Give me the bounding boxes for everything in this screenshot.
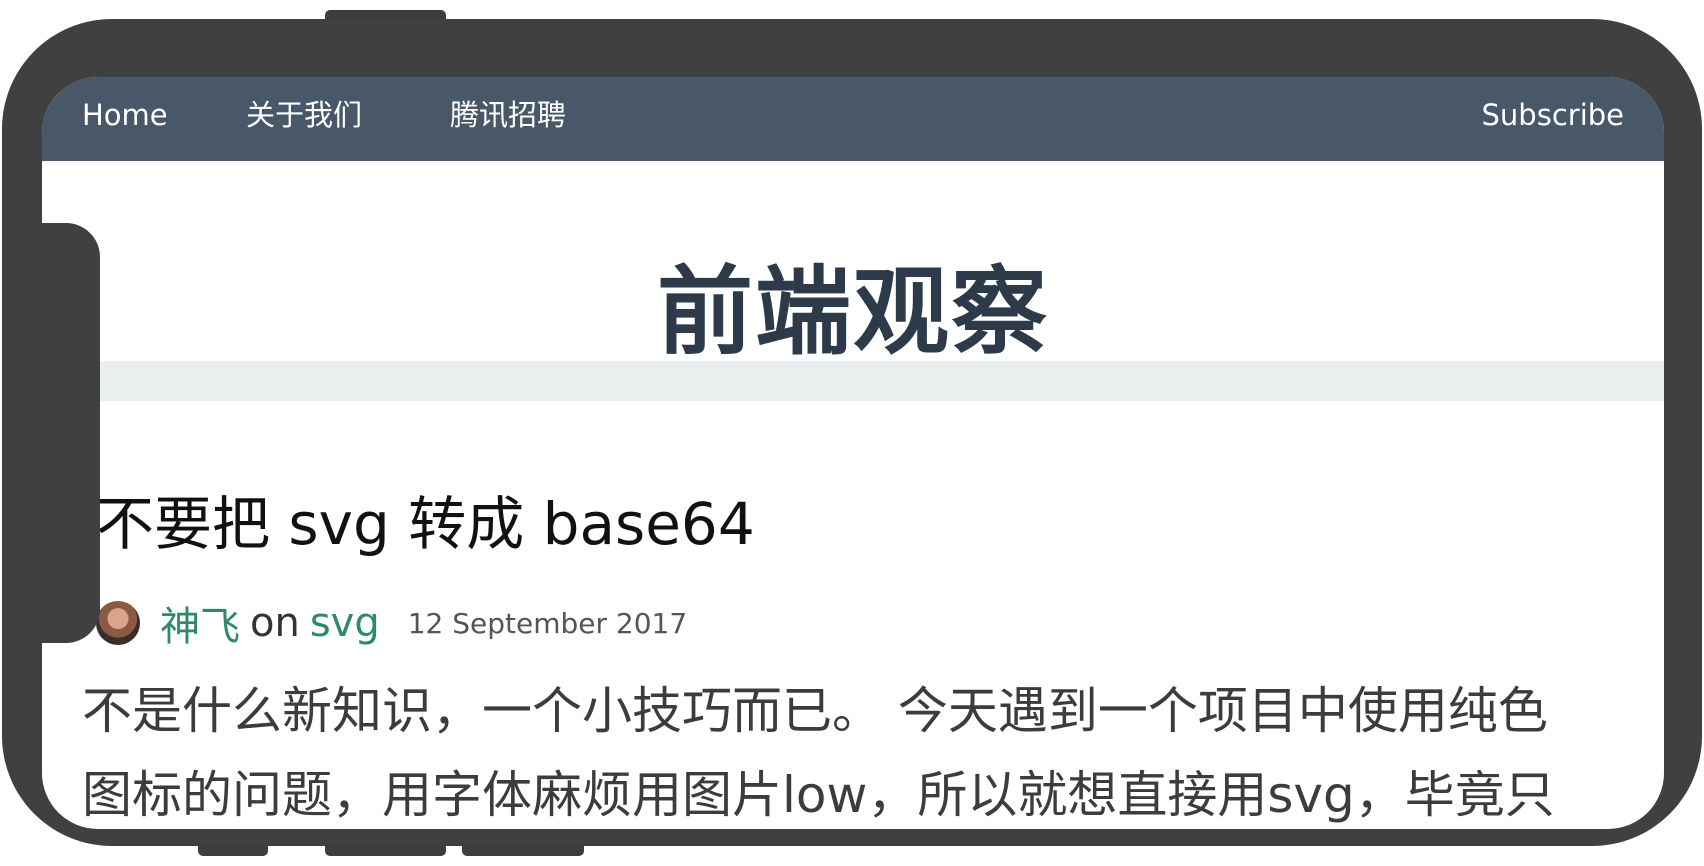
nav-home-link[interactable]: Home [82, 95, 168, 135]
phone-screen: Home 关于我们 腾讯招聘 Subscribe 前端观察 不要把 svg 转成… [42, 77, 1664, 829]
excerpt-line-1: 不是什么新知识，一个小技巧而已。 今天遇到一个项目中使用纯色 [82, 682, 1548, 740]
post-date: 12 September 2017 [407, 606, 688, 640]
nav-about-link[interactable]: 关于我们 [246, 95, 362, 135]
nav-jobs-link[interactable]: 腾讯招聘 [450, 95, 566, 135]
author-link[interactable]: 神飞 [160, 594, 240, 652]
author-avatar[interactable] [96, 601, 140, 645]
site-title[interactable]: 前端观察 [657, 257, 1049, 367]
phone-notch [40, 223, 100, 643]
top-nav-bar: Home 关于我们 腾讯招聘 Subscribe [42, 77, 1664, 161]
post-meta: 神飞 on svg 12 September 2017 [96, 594, 688, 652]
tag-link[interactable]: svg [310, 600, 380, 646]
post-title[interactable]: 不要把 svg 转成 base64 [96, 489, 755, 559]
excerpt-line-2: 图标的问题，用字体麻烦用图片low，所以就想直接用svg，毕竟只 [82, 766, 1555, 824]
post-excerpt: 不是什么新知识，一个小技巧而已。 今天遇到一个项目中使用纯色 图标的问题，用字体… [82, 669, 1642, 829]
header-divider-band [42, 361, 1664, 401]
phone-frame: Home 关于我们 腾讯招聘 Subscribe 前端观察 不要把 svg 转成… [2, 19, 1702, 846]
subscribe-link[interactable]: Subscribe [1482, 95, 1624, 135]
meta-on-text: on [250, 600, 300, 646]
